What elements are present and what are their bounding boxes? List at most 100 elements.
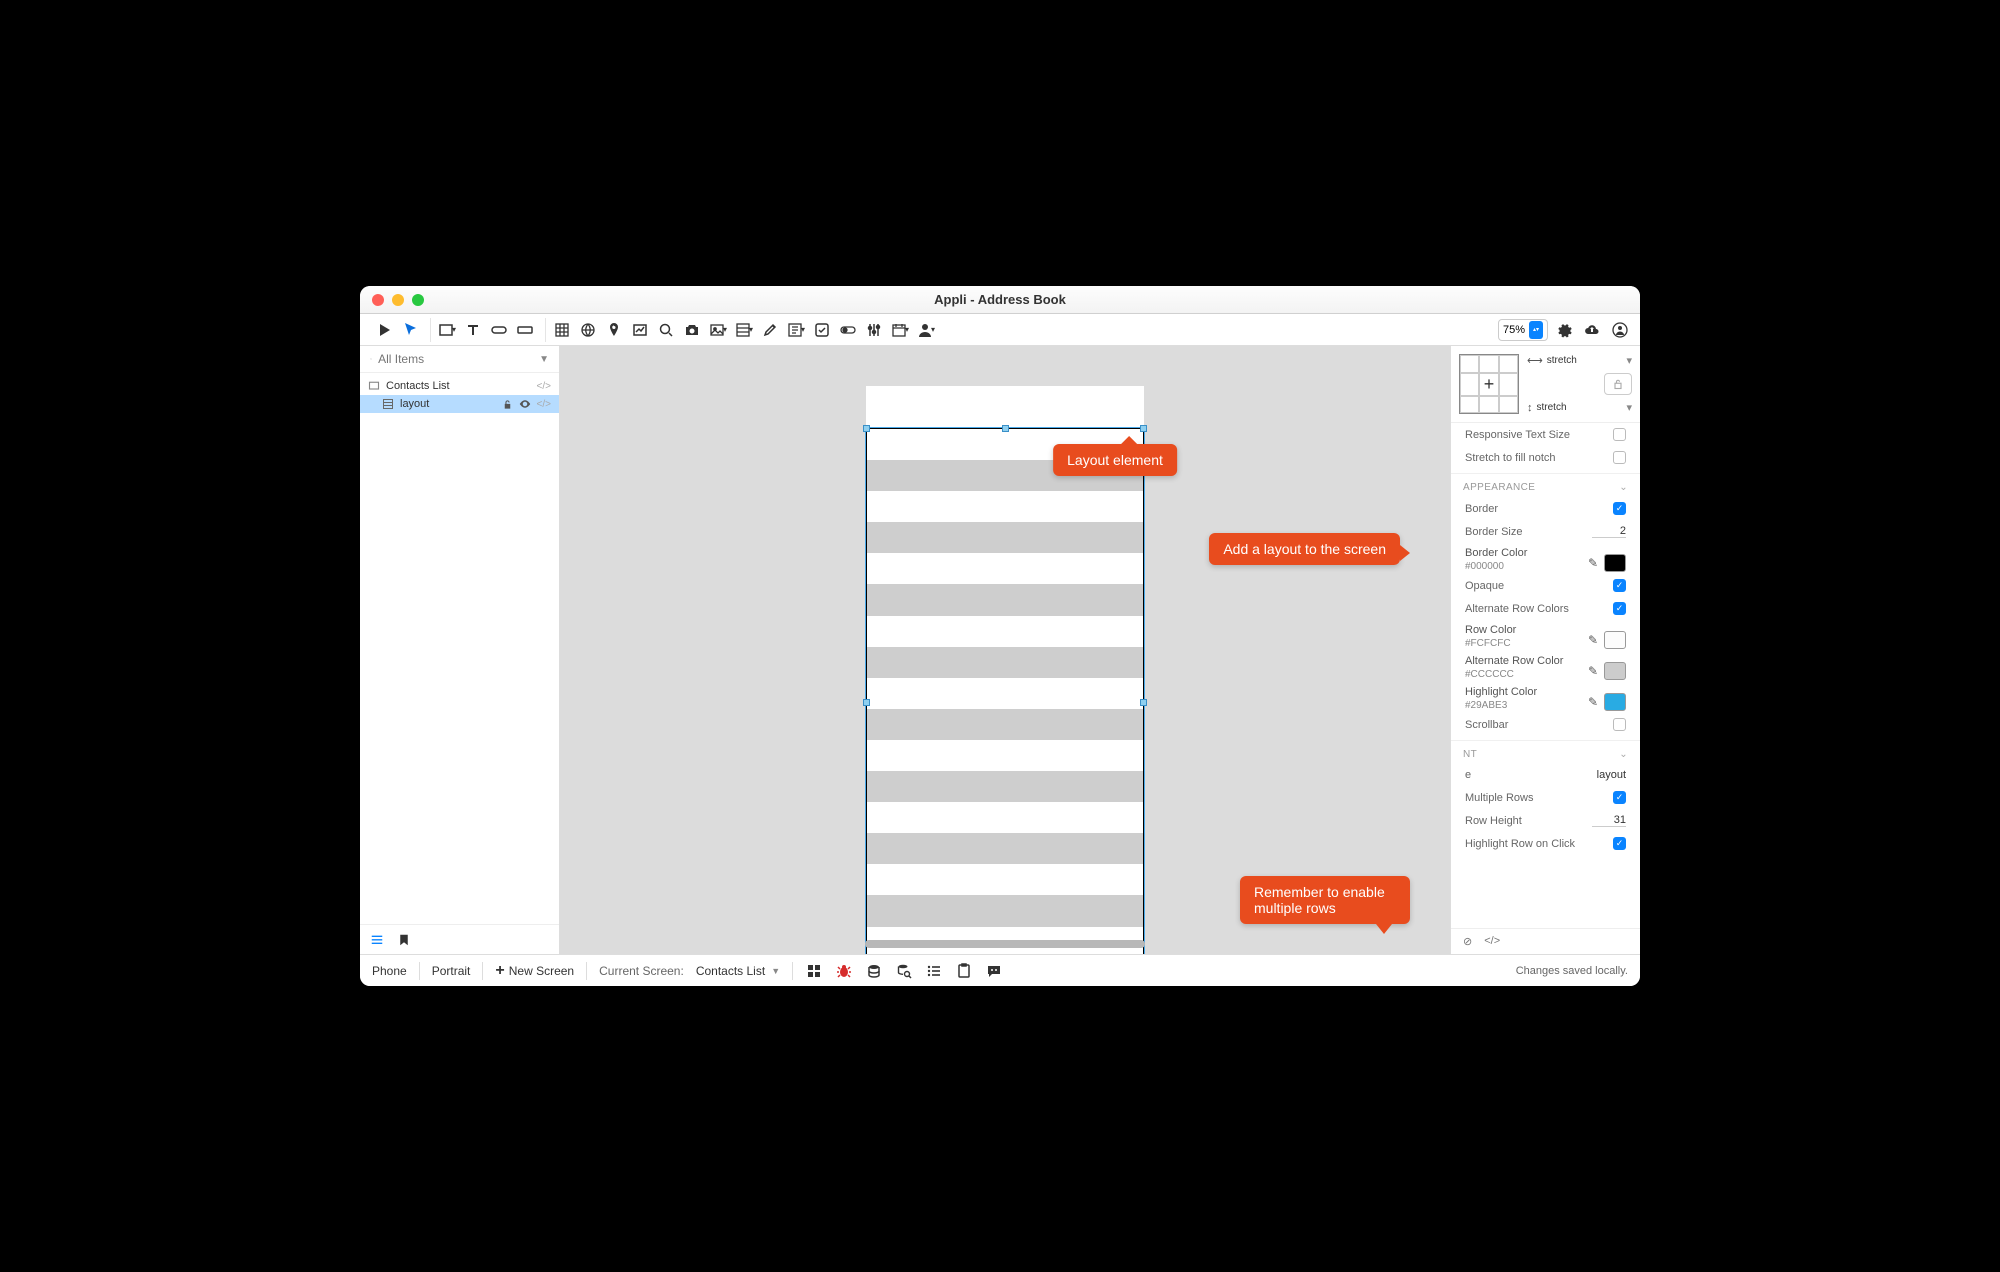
toggle-icon[interactable] bbox=[836, 318, 860, 342]
checkbox-icon[interactable] bbox=[1613, 791, 1626, 804]
image-icon[interactable]: ▾ bbox=[706, 318, 730, 342]
multiple-rows-toggle[interactable]: Multiple Rows bbox=[1451, 786, 1640, 809]
field-icon[interactable] bbox=[513, 318, 537, 342]
user-icon[interactable]: ▾ bbox=[914, 318, 938, 342]
layout-tool-icon[interactable]: ▾ bbox=[732, 318, 756, 342]
responsive-text-toggle[interactable]: Responsive Text Size bbox=[1451, 423, 1640, 446]
content-head[interactable]: NT ⌄ bbox=[1451, 740, 1640, 764]
rect-icon[interactable]: ▾ bbox=[435, 318, 459, 342]
scrollbar-toggle[interactable]: Scrollbar bbox=[1451, 713, 1640, 736]
block-icon[interactable]: ⊘ bbox=[1463, 935, 1472, 948]
bookmark-icon[interactable] bbox=[398, 933, 410, 947]
button-icon[interactable] bbox=[487, 318, 511, 342]
color-swatch[interactable] bbox=[1604, 693, 1626, 711]
checkbox-icon[interactable] bbox=[1613, 602, 1626, 615]
tree-item-screen[interactable]: Contacts List </> bbox=[360, 377, 559, 395]
pipette-icon[interactable]: ✎ bbox=[1588, 664, 1598, 678]
chevron-down-icon[interactable]: ▼ bbox=[539, 354, 549, 365]
border-size-field[interactable]: Border Size bbox=[1451, 520, 1640, 543]
pin-icon[interactable] bbox=[602, 318, 626, 342]
gear-icon[interactable] bbox=[1552, 318, 1576, 342]
code-icon[interactable]: </> bbox=[1484, 935, 1500, 948]
edit-icon[interactable] bbox=[758, 318, 782, 342]
close-icon[interactable] bbox=[372, 294, 384, 306]
highlight-color-field: Highlight Color #29ABE3 ✎ bbox=[1451, 682, 1640, 713]
lock-icon[interactable] bbox=[1604, 373, 1632, 395]
pipette-icon[interactable]: ✎ bbox=[1588, 695, 1598, 709]
v-stretch-select[interactable]: ↕stretch▾ bbox=[1527, 401, 1632, 414]
chat-icon[interactable] bbox=[985, 962, 1003, 980]
alt-rows-toggle[interactable]: Alternate Row Colors bbox=[1451, 597, 1640, 620]
text-icon[interactable] bbox=[461, 318, 485, 342]
account-icon[interactable] bbox=[1608, 318, 1632, 342]
h-stretch-select[interactable]: ⟷stretch▾ bbox=[1527, 354, 1632, 367]
search-icon[interactable] bbox=[654, 318, 678, 342]
scrollbar[interactable] bbox=[865, 940, 1145, 948]
resize-handle[interactable] bbox=[1140, 699, 1147, 706]
play-icon[interactable] bbox=[372, 318, 396, 342]
layout-element[interactable] bbox=[866, 428, 1144, 954]
zoom-level[interactable]: 75% ▴▾ bbox=[1498, 319, 1548, 341]
cloud-upload-icon[interactable] bbox=[1580, 318, 1604, 342]
window-title: Appli - Address Book bbox=[360, 292, 1640, 307]
name-field[interactable]: e layout bbox=[1451, 764, 1640, 786]
resize-handle[interactable] bbox=[863, 699, 870, 706]
highlight-click-toggle[interactable]: Highlight Row on Click bbox=[1451, 832, 1640, 855]
checkbox-icon[interactable] bbox=[1613, 502, 1626, 515]
eye-icon[interactable] bbox=[519, 398, 531, 410]
checkbox-icon[interactable] bbox=[1613, 718, 1626, 731]
globe-icon[interactable] bbox=[576, 318, 600, 342]
pointer-icon[interactable] bbox=[398, 318, 422, 342]
bug-icon[interactable] bbox=[835, 962, 853, 980]
sidebar-search[interactable]: ▼ bbox=[360, 346, 559, 373]
resize-handle[interactable] bbox=[1140, 425, 1147, 432]
bullet-list-icon[interactable] bbox=[925, 962, 943, 980]
new-screen-button[interactable]: + New Screen bbox=[495, 963, 574, 979]
color-swatch[interactable] bbox=[1604, 662, 1626, 680]
calendar-icon[interactable]: ▾ bbox=[888, 318, 912, 342]
canvas[interactable]: Layout element Add a layout to the scree… bbox=[560, 346, 1450, 954]
current-screen-label: Current Screen: bbox=[599, 964, 684, 978]
device-label[interactable]: Phone bbox=[372, 964, 407, 978]
zoom-stepper-icon[interactable]: ▴▾ bbox=[1529, 321, 1543, 339]
resize-handle[interactable] bbox=[863, 425, 870, 432]
current-screen-select[interactable]: Contacts List ▼ bbox=[696, 964, 780, 978]
border-toggle[interactable]: Border bbox=[1451, 497, 1640, 520]
color-swatch[interactable] bbox=[1604, 631, 1626, 649]
camera-icon[interactable] bbox=[680, 318, 704, 342]
tree-item-layout[interactable]: layout </> bbox=[360, 395, 559, 413]
orientation-label[interactable]: Portrait bbox=[432, 964, 471, 978]
form-icon[interactable]: ▾ bbox=[784, 318, 808, 342]
color-swatch[interactable] bbox=[1604, 554, 1626, 572]
pipette-icon[interactable]: ✎ bbox=[1588, 633, 1598, 647]
checkbox-icon[interactable] bbox=[1613, 428, 1626, 441]
row-height-input[interactable] bbox=[1592, 814, 1626, 827]
anchor-grid[interactable]: + bbox=[1459, 354, 1519, 414]
row-height-field[interactable]: Row Height bbox=[1451, 809, 1640, 832]
database-icon[interactable] bbox=[865, 962, 883, 980]
opaque-toggle[interactable]: Opaque bbox=[1451, 574, 1640, 597]
code-icon[interactable]: </> bbox=[537, 381, 551, 392]
code-icon[interactable]: </> bbox=[537, 399, 551, 410]
resize-handle[interactable] bbox=[1002, 425, 1009, 432]
grid-tool-icon[interactable] bbox=[550, 318, 574, 342]
sliders-icon[interactable] bbox=[862, 318, 886, 342]
unlock-icon[interactable] bbox=[502, 399, 513, 410]
checkbox-icon[interactable] bbox=[1613, 579, 1626, 592]
appearance-head[interactable]: APPEARANCE ⌄ bbox=[1451, 473, 1640, 497]
pipette-icon[interactable]: ✎ bbox=[1588, 556, 1598, 570]
checkbox-icon[interactable] bbox=[1613, 451, 1626, 464]
checkbox-icon[interactable] bbox=[1613, 837, 1626, 850]
minimize-icon[interactable] bbox=[392, 294, 404, 306]
search-input[interactable] bbox=[378, 352, 533, 366]
checkbox-icon[interactable] bbox=[810, 318, 834, 342]
grid-view-icon[interactable] bbox=[805, 962, 823, 980]
border-size-input[interactable] bbox=[1592, 525, 1626, 538]
stretch-notch-toggle[interactable]: Stretch to fill notch bbox=[1451, 446, 1640, 469]
db-search-icon[interactable] bbox=[895, 962, 913, 980]
inspector: + ⟷stretch▾ ↕stretch▾ Responsive Tex bbox=[1450, 346, 1640, 954]
list-icon[interactable] bbox=[370, 933, 384, 947]
clipboard-icon[interactable] bbox=[955, 962, 973, 980]
chart-icon[interactable] bbox=[628, 318, 652, 342]
zoom-icon[interactable] bbox=[412, 294, 424, 306]
